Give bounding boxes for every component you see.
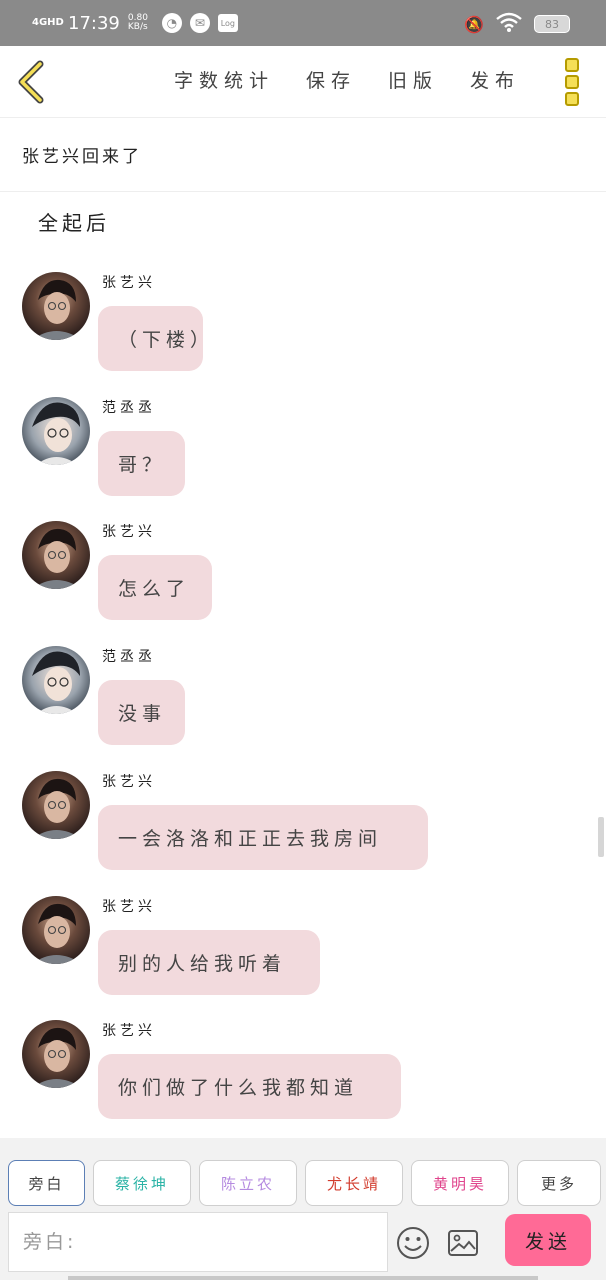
role-chips: 旁白 蔡徐坤 陈立农 尤长靖 黄明昊 更多: [8, 1160, 601, 1206]
wechat-icon: ✉: [189, 13, 210, 33]
avatar-zhang[interactable]: [22, 272, 90, 340]
status-left: 4GHD 17:39 0.80 KB/s ◔ ✉ Log: [32, 8, 238, 38]
message-item: 张艺兴一会洛洛和正正去我房间: [0, 771, 606, 881]
avatar-zhang[interactable]: [22, 1020, 90, 1088]
role-chip-label: 尤长靖: [326, 1174, 381, 1193]
avatar-zhang[interactable]: [22, 771, 90, 839]
message-item: 范丞丞没事: [0, 646, 606, 756]
role-chip-cai[interactable]: 蔡徐坤: [93, 1160, 191, 1206]
wifi-icon: [496, 12, 522, 36]
toolbar-actions: 字数统计 保存 旧版 发布: [174, 66, 520, 93]
avatar-image: [22, 397, 90, 465]
speaker-name: 张艺兴: [102, 524, 156, 540]
speaker-name: 张艺兴: [102, 774, 156, 790]
top-toolbar: 字数统计 保存 旧版 发布: [0, 46, 606, 118]
bell-off-icon: 🔕: [464, 14, 484, 34]
scrollbar[interactable]: [598, 817, 604, 857]
message-bubble[interactable]: 哥？: [98, 431, 185, 496]
network-indicator: 4GHD: [32, 17, 64, 28]
message-item: 张艺兴你们做了什么我都知道: [0, 1020, 606, 1130]
send-button[interactable]: 发送: [505, 1214, 591, 1266]
avatar-image: [22, 896, 90, 964]
avatar-zhang[interactable]: [22, 896, 90, 964]
menu-dot-icon: [565, 92, 579, 106]
message-bubble[interactable]: 没事: [98, 680, 185, 745]
role-chip-label: 黄明昊: [432, 1174, 487, 1193]
message-item: 张艺兴别的人给我听着: [0, 896, 606, 1006]
narration-text: 全起后: [38, 211, 110, 235]
message-item: 范丞丞哥？: [0, 397, 606, 507]
role-chip-chen[interactable]: 陈立农: [199, 1160, 297, 1206]
emoji-button[interactable]: [396, 1226, 430, 1260]
publish-button[interactable]: 发布: [470, 66, 520, 93]
speaker-name: 范丞丞: [102, 649, 156, 665]
menu-dot-icon: [565, 75, 579, 89]
avatar-fan[interactable]: [22, 646, 90, 714]
speaker-name: 张艺兴: [102, 1023, 156, 1039]
story-title: 张艺兴回来了: [22, 147, 142, 167]
role-chip-narration[interactable]: 旁白: [8, 1160, 85, 1206]
speaker-name: 张艺兴: [102, 899, 156, 915]
message-bubble[interactable]: 一会洛洛和正正去我房间: [98, 805, 428, 870]
composer: 旁白 蔡徐坤 陈立农 尤长靖 黄明昊 更多 发送: [0, 1138, 606, 1280]
status-bar: 4GHD 17:39 0.80 KB/s ◔ ✉ Log 🔕 83: [0, 0, 606, 46]
message-input-box[interactable]: [8, 1212, 388, 1272]
chevron-left-icon: [18, 60, 44, 104]
avatar-zhang[interactable]: [22, 521, 90, 589]
old-version-button[interactable]: 旧版: [388, 66, 438, 93]
more-menu-button[interactable]: [565, 58, 583, 106]
role-chip-label: 更多: [540, 1174, 577, 1193]
log-icon: Log: [217, 14, 238, 32]
word-count-button[interactable]: 字数统计: [174, 66, 274, 93]
status-time: 17:39: [68, 12, 120, 34]
message-bubble[interactable]: （下楼）: [98, 306, 209, 371]
role-chip-label: 旁白: [28, 1174, 65, 1193]
message-bubble[interactable]: 别的人给我听着: [98, 930, 320, 995]
avatar-image: [22, 1020, 90, 1088]
battery-indicator: 83: [534, 15, 570, 33]
speedometer-icon: ◔: [161, 13, 182, 33]
speaker-name: 张艺兴: [102, 275, 156, 291]
image-button[interactable]: [446, 1226, 480, 1260]
image-icon: [448, 1230, 478, 1256]
avatar-fan[interactable]: [22, 397, 90, 465]
message-item: 张艺兴怎么了: [0, 521, 606, 631]
status-right: 🔕 83: [464, 12, 570, 36]
menu-dot-icon: [565, 58, 579, 72]
role-chip-label: 陈立农: [220, 1174, 275, 1193]
message-input[interactable]: [9, 1213, 387, 1271]
role-chip-you[interactable]: 尤长靖: [305, 1160, 403, 1206]
avatar-image: [22, 646, 90, 714]
network-speed: 0.80 KB/s: [128, 14, 154, 32]
role-chip-label: 蔡徐坤: [114, 1174, 169, 1193]
speaker-name: 范丞丞: [102, 400, 156, 416]
more-roles-button[interactable]: 更多: [517, 1160, 601, 1206]
message-bubble[interactable]: 怎么了: [98, 555, 212, 620]
gesture-bar: [68, 1276, 538, 1280]
avatar-image: [22, 521, 90, 589]
speed-unit: KB/s: [127, 22, 148, 32]
avatar-image: [22, 771, 90, 839]
back-button[interactable]: [14, 60, 54, 104]
story-title-row[interactable]: 张艺兴回来了: [0, 118, 606, 192]
role-chip-huang[interactable]: 黄明昊: [411, 1160, 509, 1206]
smiley-icon: [397, 1227, 429, 1259]
message-bubble[interactable]: 你们做了什么我都知道: [98, 1054, 401, 1119]
avatar-image: [22, 272, 90, 340]
save-button[interactable]: 保存: [306, 66, 356, 93]
message-item: 张艺兴 （下楼）: [0, 272, 606, 382]
